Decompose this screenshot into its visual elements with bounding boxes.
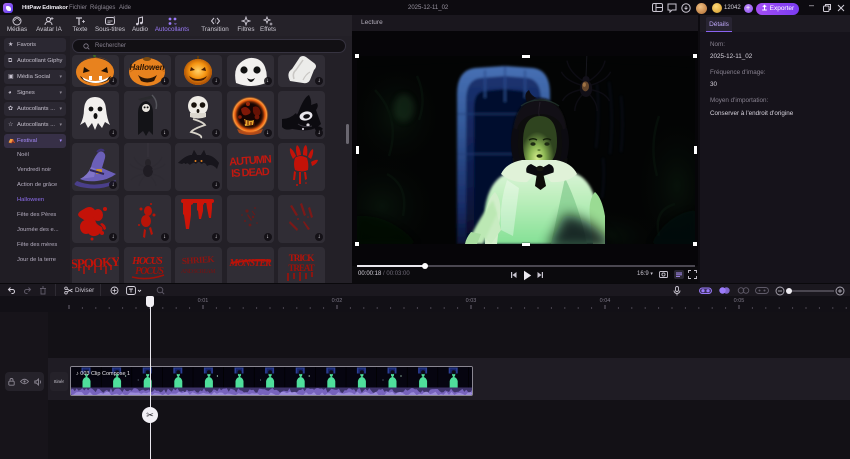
svg-text:IS DEAD: IS DEAD bbox=[230, 166, 269, 180]
svg-text:POCUS: POCUS bbox=[135, 266, 164, 277]
svg-text:SHRIEK: SHRIEK bbox=[182, 254, 215, 266]
svg-text:Hallowen: Hallowen bbox=[129, 63, 164, 72]
svg-text:AND SCREAM: AND SCREAM bbox=[181, 269, 216, 275]
svg-text:TRICK: TRICK bbox=[289, 253, 315, 263]
svg-text:TREAT: TREAT bbox=[288, 263, 314, 273]
